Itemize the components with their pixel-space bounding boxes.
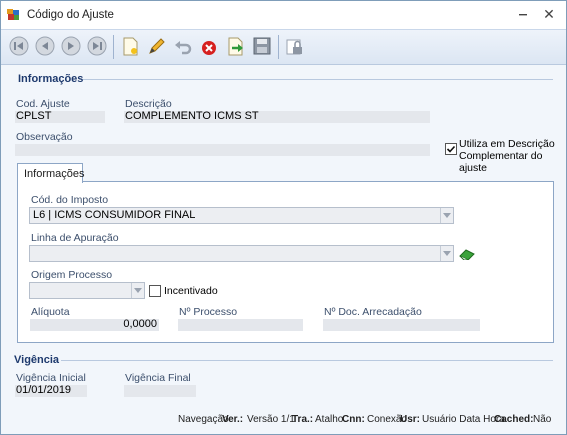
n-doc-arrecadacao-label: Nº Doc. Arrecadação — [324, 306, 422, 318]
status-cnn-key: Cnn: — [342, 414, 365, 425]
descricao-label: Descrição — [125, 98, 172, 110]
status-navegacao: Navegação — [178, 414, 229, 425]
incentivado-checkbox[interactable] — [149, 285, 161, 297]
window-title: Código do Ajuste — [27, 9, 114, 21]
vigencia-final-label: Vigência Final — [125, 372, 191, 384]
toolbar-separator — [278, 35, 279, 59]
vigencia-final-field[interactable] — [124, 385, 196, 397]
status-tra-key: Tra.: — [292, 414, 314, 425]
utiliza-label-line2: Complementar do ajuste — [459, 150, 543, 174]
lock-icon[interactable] — [284, 35, 306, 57]
incentivado-label: Incentivado — [164, 285, 218, 297]
status-tra-value: Atalho — [315, 414, 344, 425]
tab-label: Informações — [24, 168, 85, 180]
toolbar-separator — [113, 35, 114, 59]
close-icon[interactable]: ✕ — [542, 7, 556, 21]
origem-processo-label: Origem Processo — [31, 269, 113, 281]
eraser-icon[interactable] — [458, 248, 476, 260]
redo-icon[interactable] — [224, 35, 246, 57]
first-record-icon[interactable] — [8, 35, 30, 57]
linha-apuracao-select[interactable] — [29, 245, 454, 262]
section-title-informacoes: Informações — [18, 73, 84, 85]
next-record-icon[interactable] — [60, 35, 82, 57]
edit-icon[interactable] — [146, 35, 168, 57]
observacao-field[interactable] — [15, 144, 430, 156]
n-processo-label: Nº Processo — [179, 306, 238, 318]
status-cached-key: Cached: — [494, 414, 534, 425]
undo-icon[interactable] — [172, 35, 194, 57]
tab-informacoes[interactable]: Informações — [17, 163, 85, 183]
status-ver-value: Versão 1/1 — [247, 414, 295, 425]
vigencia-inicial-value: 01/01/2019 — [16, 384, 72, 396]
aliquota-label: Alíquota — [31, 306, 70, 318]
cod-imposto-label: Cód. do Imposto — [31, 194, 109, 206]
origem-processo-select[interactable] — [29, 282, 145, 299]
status-bar: Navegação Ver.: Versão 1/1 Tra.: Atalho … — [1, 409, 566, 434]
status-usr-value: Usuário Data Hora — [422, 414, 505, 425]
new-icon[interactable] — [119, 35, 141, 57]
utiliza-label-line1: Utiliza em Descrição — [459, 138, 555, 150]
title-bar: Código do Ajuste ✕ — [1, 1, 566, 29]
last-record-icon[interactable] — [86, 35, 108, 57]
cod-ajuste-label: Cod. Ajuste — [16, 98, 70, 110]
save-icon[interactable] — [251, 35, 273, 57]
n-processo-field[interactable] — [178, 319, 303, 331]
chevron-down-icon[interactable] — [440, 208, 453, 223]
section-divider — [83, 79, 553, 80]
toolbar — [1, 29, 566, 65]
checkmark-icon — [446, 145, 456, 153]
status-usr-key: Usr: — [400, 414, 421, 425]
linha-apuracao-label: Linha de Apuração — [31, 232, 119, 244]
minimize-icon[interactable] — [516, 7, 530, 21]
chevron-down-icon[interactable] — [440, 246, 453, 261]
utiliza-descricao-checkbox[interactable] — [445, 143, 457, 155]
cod-imposto-select[interactable]: L6 | ICMS CONSUMIDOR FINAL — [29, 207, 454, 224]
aliquota-value: 0,0000 — [123, 318, 157, 330]
n-doc-arrecadacao-field[interactable] — [323, 319, 480, 331]
previous-record-icon[interactable] — [34, 35, 56, 57]
status-cached-value: Não — [533, 414, 552, 425]
vigencia-inicial-label: Vigência Inicial — [16, 372, 86, 384]
window: Código do Ajuste ✕ Informações Cod. Ajus… — [0, 0, 567, 435]
section-title-vigencia: Vigência — [14, 354, 60, 366]
app-icon — [7, 9, 19, 20]
chevron-down-icon[interactable] — [131, 283, 144, 298]
observacao-label: Observação — [16, 131, 73, 143]
delete-icon[interactable] — [198, 35, 220, 57]
status-ver-key: Ver.: — [222, 414, 244, 425]
cod-ajuste-value: CPLST — [16, 110, 52, 122]
cod-imposto-value: L6 | ICMS CONSUMIDOR FINAL — [33, 209, 196, 221]
section-divider — [61, 360, 553, 361]
descricao-value: COMPLEMENTO ICMS ST — [125, 110, 259, 122]
